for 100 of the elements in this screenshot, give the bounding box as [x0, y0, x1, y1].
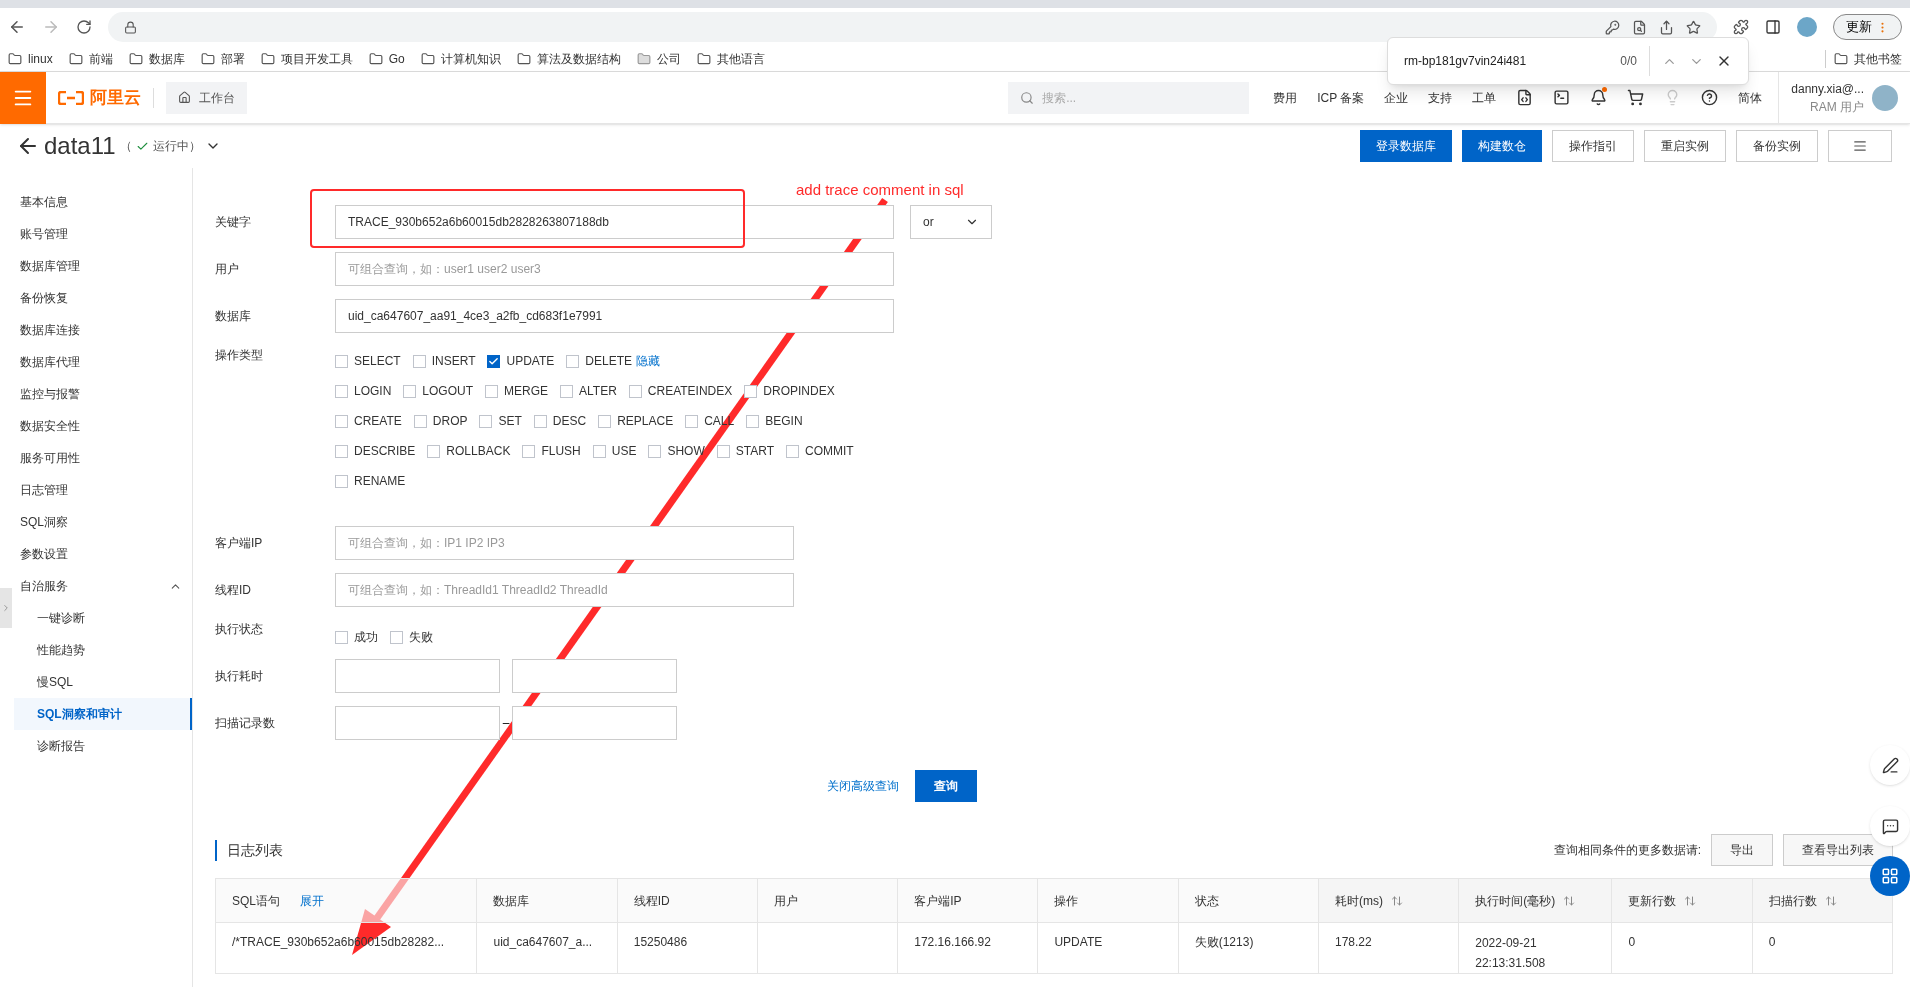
min-time-field[interactable] [335, 659, 500, 693]
database-field[interactable]: uid_ca647607_aa91_4ce3_a2fb_cd683f1e7991 [335, 299, 894, 333]
column-header[interactable]: 执行时间(毫秒) [1458, 878, 1612, 923]
option-label[interactable]: INSERT [431, 352, 476, 370]
bookmark[interactable]: 项目开发工具 [260, 49, 353, 68]
logic-select[interactable]: or [910, 205, 992, 239]
bookmark[interactable]: 部署 [200, 49, 245, 68]
sort-icon[interactable] [1824, 894, 1837, 907]
checkbox[interactable] [533, 414, 547, 428]
option-label[interactable]: 成功 [354, 628, 378, 646]
bookmark[interactable]: 公司 [636, 49, 681, 68]
terminal-icon[interactable] [1553, 89, 1571, 106]
checkbox[interactable] [746, 414, 760, 428]
sort-icon[interactable] [1684, 894, 1697, 907]
checkbox[interactable] [648, 444, 662, 458]
bookmark[interactable]: 其他书签 [1825, 49, 1902, 68]
checkbox[interactable] [403, 384, 417, 398]
list-button[interactable] [1828, 130, 1892, 162]
keyword-field[interactable]: TRACE_930b652a6b60015db2828263807188db [335, 205, 894, 239]
workbench-button[interactable]: 工作台 [166, 81, 247, 114]
help-icon[interactable] [1701, 89, 1719, 106]
checkbox[interactable] [335, 414, 348, 428]
option-label[interactable]: RENAME [354, 472, 406, 490]
checkbox[interactable] [592, 444, 606, 458]
share-icon[interactable] [1659, 19, 1674, 35]
sidebar-item[interactable]: 账号管理 [14, 218, 192, 250]
sidebar-item[interactable]: 慢SQL [14, 666, 192, 698]
cart-icon[interactable] [1627, 89, 1645, 106]
star-icon[interactable] [1686, 19, 1701, 35]
key-icon[interactable] [1605, 19, 1620, 35]
find-query[interactable]: rm-bp181gv7vin24i481 [1404, 52, 1609, 70]
column-header[interactable]: 更新行数 [1611, 878, 1753, 923]
checkbox[interactable] [487, 354, 501, 368]
sidebar-item[interactable]: 日志管理 [14, 474, 192, 506]
action-button[interactable]: 重启实例 [1644, 130, 1726, 162]
option-label[interactable]: REPLACE [617, 412, 674, 430]
back-icon[interactable] [8, 18, 26, 36]
checkbox[interactable] [412, 354, 426, 368]
side-panel-icon[interactable] [1765, 19, 1781, 35]
sort-icon[interactable] [1390, 894, 1403, 907]
option-label[interactable]: 失败 [409, 628, 433, 646]
query-button[interactable]: 查询 [915, 770, 977, 802]
sidebar-item[interactable]: 参数设置 [14, 538, 192, 570]
collapse-tab[interactable] [0, 588, 12, 628]
option-label[interactable]: SELECT [354, 352, 401, 370]
export-button[interactable]: 查看导出列表 [1783, 834, 1893, 866]
sidebar-item[interactable]: 数据库管理 [14, 250, 192, 282]
max-rows-field[interactable] [512, 706, 677, 740]
checkbox[interactable] [413, 414, 427, 428]
user-avatar[interactable] [1872, 84, 1898, 111]
bookmark[interactable]: Go [368, 49, 405, 68]
option-label[interactable]: DELETE [585, 352, 632, 370]
checkbox[interactable] [427, 444, 441, 458]
option-label[interactable]: DESC [552, 412, 587, 430]
forward-icon[interactable] [42, 18, 60, 36]
checkbox[interactable] [786, 444, 799, 458]
option-label[interactable]: ROLLBACK [446, 442, 511, 460]
bookmark[interactable]: 算法及数据结构 [516, 49, 621, 68]
action-button[interactable]: 构建数仓 [1462, 130, 1542, 162]
option-label[interactable]: USE [611, 442, 637, 460]
bell-icon[interactable] [1590, 89, 1608, 106]
checkbox[interactable] [522, 444, 536, 458]
checkbox[interactable] [335, 444, 348, 458]
nav-link[interactable]: ICP 备案 [1317, 88, 1365, 107]
checkbox[interactable] [744, 384, 758, 398]
sidebar-item[interactable]: 监控与报警 [14, 378, 192, 410]
language-link[interactable]: 简体 [1738, 88, 1763, 107]
option-label[interactable]: COMMIT [805, 442, 854, 460]
sort-icon[interactable] [1563, 894, 1576, 907]
option-label[interactable]: LOGIN [354, 382, 392, 400]
extensions-icon[interactable] [1733, 19, 1749, 35]
option-label[interactable]: START [735, 442, 774, 460]
checkbox[interactable] [485, 384, 498, 398]
edit-float-button[interactable] [1870, 745, 1910, 785]
option-label[interactable]: BEGIN [765, 412, 803, 430]
sidebar-item[interactable]: 数据库代理 [14, 346, 192, 378]
bookmark[interactable]: 其他语言 [696, 49, 765, 68]
sidebar-item[interactable]: SQL洞察 [14, 506, 192, 538]
option-label[interactable]: ALTER [579, 382, 617, 400]
expand-link[interactable]: 展开 [300, 891, 324, 910]
action-button[interactable]: 备份实例 [1736, 130, 1818, 162]
column-header[interactable]: 扫描行数 [1752, 878, 1893, 923]
checkbox[interactable] [628, 384, 642, 398]
checkbox[interactable] [560, 384, 574, 398]
action-button[interactable]: 操作指引 [1552, 130, 1634, 162]
option-label[interactable]: DROP [432, 412, 468, 430]
sidebar-item[interactable]: SQL洞察和审计 [14, 698, 192, 730]
checkbox[interactable] [598, 414, 612, 428]
client-ip-field[interactable]: 可组合查询，如：IP1 IP2 IP3 [335, 526, 794, 560]
checkbox[interactable] [685, 414, 699, 428]
sidebar-item[interactable]: 性能趋势 [14, 634, 192, 666]
option-label[interactable]: UPDATE [506, 352, 555, 370]
find-icon[interactable] [1632, 19, 1647, 35]
option-label[interactable]: DROPINDEX [763, 382, 835, 400]
option-label[interactable]: LOGOUT [422, 382, 473, 400]
user-field[interactable]: 可组合查询，如：user1 user2 user3 [335, 252, 894, 286]
option-label[interactable]: CREATE [354, 412, 402, 430]
checkbox[interactable] [566, 354, 580, 368]
checkbox[interactable] [716, 444, 730, 458]
min-rows-field[interactable] [335, 706, 500, 740]
